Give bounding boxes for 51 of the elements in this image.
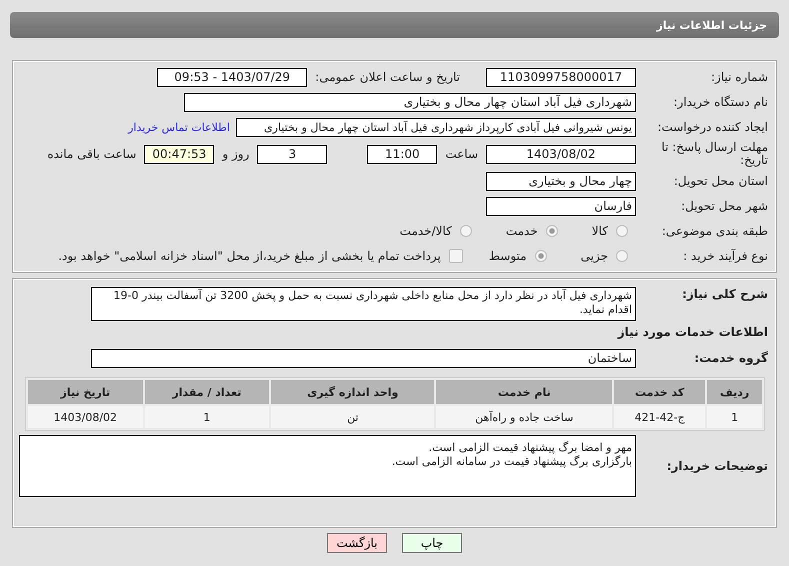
province-field: چهار محال و بختیاری xyxy=(486,172,636,190)
field-label: استان محل تحویل: xyxy=(672,174,768,188)
remaining-time-field: 00:47:53 xyxy=(144,144,214,164)
field-label: شهر محل تحویل: xyxy=(680,199,768,213)
deadline-date-field: 1403/08/02 xyxy=(486,144,636,164)
column-header: نام خدمت xyxy=(436,380,612,404)
buyer-contact-link[interactable]: اطلاعات تماس خریدار xyxy=(128,120,230,134)
field-label: تاریخ و ساعت اعلان عمومی: xyxy=(315,70,460,84)
column-header: تاریخ نیاز xyxy=(28,380,143,404)
deadline-time-field: 11:00 xyxy=(367,144,438,164)
field-label: طبقه بندی موضوعی: xyxy=(660,224,768,238)
print-button[interactable]: چاپ xyxy=(402,533,462,553)
table-cell: تن xyxy=(271,406,434,428)
radio-label: کالا xyxy=(592,224,608,238)
table-cell: 1 xyxy=(144,406,270,428)
days-field: 3 xyxy=(257,144,328,164)
time-label: ساعت xyxy=(445,147,478,161)
column-header: تعداد / مقدار xyxy=(144,380,270,404)
field-label: توضیحات خریدار: xyxy=(666,459,768,473)
radio-label: خدمت xyxy=(506,224,538,238)
column-header: ردیف xyxy=(707,380,762,404)
need-number-field: 1103099758000017 xyxy=(486,68,636,86)
field-label: ایجاد کننده درخواست: xyxy=(656,120,768,134)
buyer-notes-textarea: مهر و امضا برگ پیشنهاد قیمت الزامی است. بارگزاری برگ پیشنهاد قیمت در سامانه الزامی است. xyxy=(19,435,636,497)
radio-label: جزیی xyxy=(580,249,608,263)
field-label: نوع فرآیند خرید : xyxy=(682,249,768,263)
column-header: واحد اندازه گیری xyxy=(271,380,434,404)
radio-label: کالا/خدمت xyxy=(400,224,452,238)
section-title: اطلاعات خدمات مورد نیاز xyxy=(616,325,768,339)
field-label: گروه خدمت: xyxy=(693,351,768,365)
field-label: شماره نیاز: xyxy=(710,70,768,84)
table-cell: ساخت جاده و راه‌آهن xyxy=(436,406,612,428)
days-label: روز و xyxy=(222,147,250,161)
table-cell: 1403/08/02 xyxy=(28,406,143,428)
city-field: فارسان xyxy=(486,196,636,216)
field-label: نام دستگاه خریدار: xyxy=(672,95,768,109)
field-label: شرح کلی نیاز: xyxy=(681,287,768,301)
table-cell: ج-42-421 xyxy=(614,406,706,428)
page-title: جزئیات اطلاعات نیاز xyxy=(656,18,767,32)
buyer-org-field: شهرداری فیل آباد استان چهار محال و بختیاری xyxy=(184,92,636,112)
service-group-field: ساختمان xyxy=(91,348,636,368)
description-textarea: شهرداری فیل آباد در نظر دارد از محل منابع داخلی شهرداری نسبت به حمل و پخش 3200 تن آسفالت بیندر 0-19 اقدام نماید. xyxy=(91,287,636,321)
announce-date-field: 1403/07/29 - 09:53 xyxy=(157,68,308,86)
radio-label: متوسط xyxy=(488,249,527,263)
creator-field: یونس شیروانی فیل آبادی کارپرداز شهرداری فیل آباد استان چهار محال و بختیاری xyxy=(236,118,636,136)
back-button[interactable]: بازگشت xyxy=(327,533,387,553)
table-cell: 1 xyxy=(707,406,762,428)
checkbox-label: پرداخت تمام یا بخشی از مبلغ خرید،از محل "اسناد خزانه اسلامی" خواهد بود. xyxy=(58,249,441,263)
remaining-label: ساعت باقی مانده xyxy=(47,147,136,161)
column-header: کد خدمت xyxy=(614,380,706,404)
field-label: مهلت ارسال پاسخ: تا تاریخ: xyxy=(660,141,768,167)
